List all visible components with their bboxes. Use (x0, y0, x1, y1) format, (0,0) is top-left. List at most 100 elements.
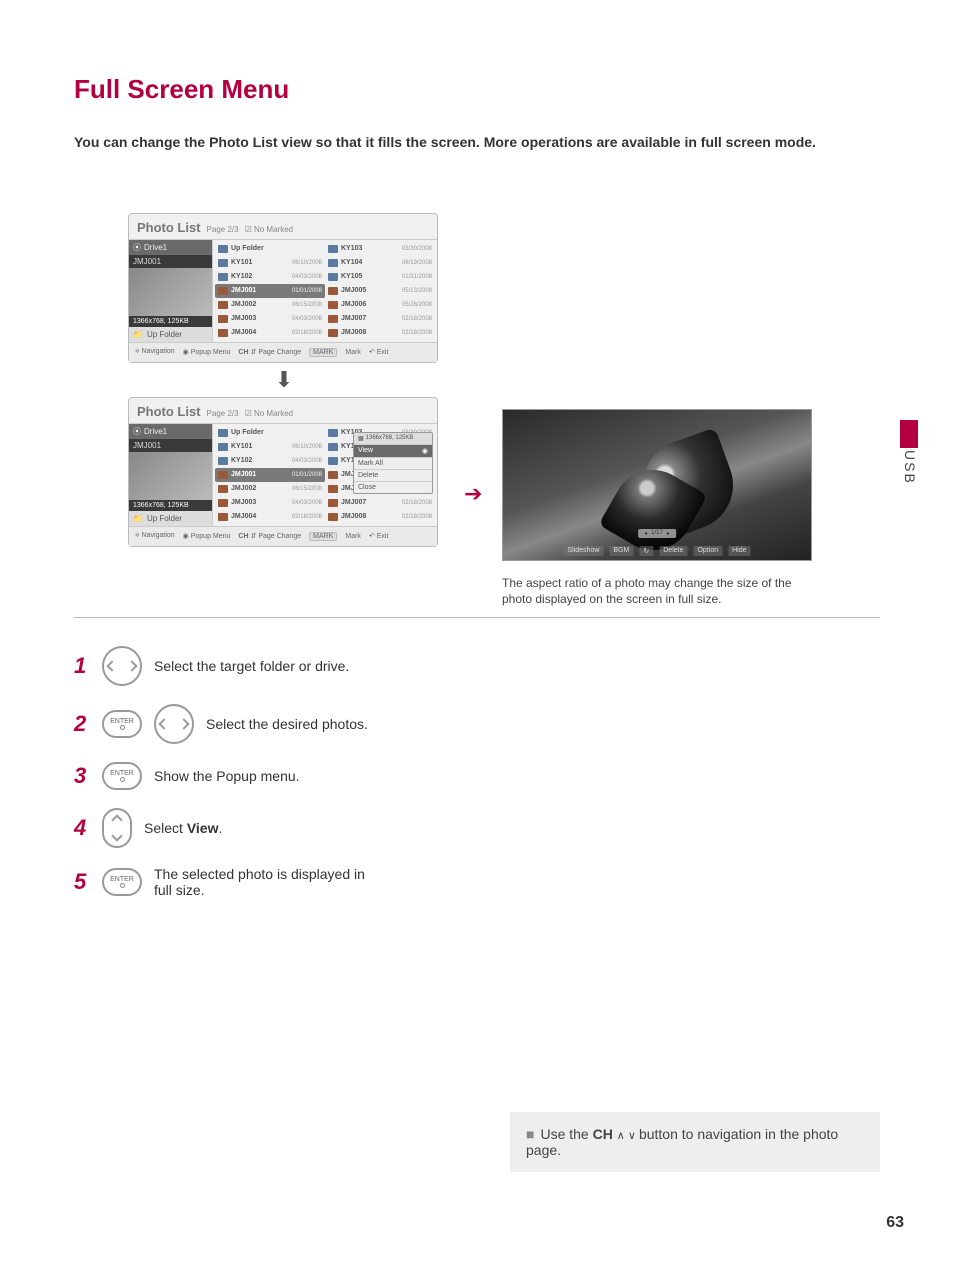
photo-list-title: Photo List (137, 220, 201, 235)
photo-icon (328, 513, 338, 521)
folder-icon (328, 273, 338, 281)
photo-icon (328, 471, 338, 479)
popup-meta: ▦ 1366x768, 125KB (354, 433, 432, 444)
photo-icon (218, 315, 228, 323)
file-row[interactable]: KY10204/03/2008 (215, 270, 325, 284)
file-row[interactable]: JMJ00802/18/2008 (325, 510, 435, 524)
file-row[interactable]: Up Folder (215, 426, 325, 440)
photo-icon (328, 329, 338, 337)
side-tab-usb: USB (902, 450, 918, 485)
arrow-down-icon: ⬇ (264, 367, 304, 393)
ctrl-hide[interactable]: Hide (728, 546, 750, 556)
popup-menu: ▦ 1366x768, 125KB View◉ Mark All Delete … (353, 432, 433, 494)
photo-icon (218, 485, 228, 493)
folder-icon (218, 443, 228, 451)
ctrl-bgm[interactable]: BGM (609, 546, 633, 556)
file-row[interactable]: KY10406/19/2008 (325, 256, 435, 270)
side-accent (900, 420, 918, 448)
chevron-up-icon: ∧ (617, 1130, 628, 1142)
file-row[interactable]: JMJ00702/18/2008 (325, 312, 435, 326)
ctrl-slideshow[interactable]: Slideshow (563, 546, 603, 556)
footer-mark: Mark (345, 349, 361, 356)
file-date: 06/19/2008 (402, 260, 432, 266)
footer-navigation: ⟡ Navigation (135, 348, 175, 356)
preview-thumbnail (129, 268, 212, 316)
folder-icon (328, 443, 338, 451)
file-date: 05/13/2008 (402, 288, 432, 294)
file-row[interactable]: JMJ00802/18/2008 (325, 326, 435, 340)
file-date: 01/01/2008 (292, 472, 322, 478)
file-date: 03/30/2008 (402, 246, 432, 252)
file-row[interactable]: JMJ00505/13/2008 (325, 284, 435, 298)
step-text: Select the target folder or drive. (154, 658, 349, 674)
file-date: 01/31/2008 (402, 274, 432, 280)
fullscreen-controls: Slideshow BGM ↻ Delete Option Hide (563, 546, 750, 556)
file-row[interactable]: JMJ00206/15/2008 (215, 298, 325, 312)
nav-ring-icon (154, 704, 194, 744)
file-row[interactable]: JMJ00101/01/2008 (215, 284, 325, 298)
file-date: 04/03/2008 (292, 316, 322, 322)
file-date: 01/01/2008 (292, 288, 322, 294)
arrow-right-icon: ➔ (464, 481, 482, 507)
file-row[interactable]: KY10303/30/2008 (325, 242, 435, 256)
bullet-icon: ■ (526, 1126, 534, 1142)
file-row[interactable]: KY10501/31/2008 (325, 270, 435, 284)
file-date: 06/10/2008 (292, 444, 322, 450)
photo-icon (328, 485, 338, 493)
file-name: Up Folder (231, 245, 319, 252)
photo-counter: ◂1/17▸ (638, 529, 676, 538)
file-row[interactable]: JMJ00605/26/2008 (325, 298, 435, 312)
file-name: JMJ006 (341, 301, 399, 308)
file-date: 02/18/2008 (292, 330, 322, 336)
ctrl-delete[interactable]: Delete (659, 546, 687, 556)
ctrl-rotate[interactable]: ↻ (639, 546, 653, 556)
file-date: 06/15/2008 (292, 302, 322, 308)
popup-close[interactable]: Close (354, 481, 432, 493)
popup-mark-all[interactable]: Mark All (354, 457, 432, 469)
file-row[interactable]: JMJ00101/01/2008 (215, 468, 325, 482)
folder-icon (218, 457, 228, 465)
updown-icon (102, 808, 132, 848)
file-row[interactable]: Up Folder (215, 242, 325, 256)
file-row[interactable]: KY10204/03/2008 (215, 454, 325, 468)
folder-icon (328, 245, 338, 253)
file-date: 04/03/2008 (292, 500, 322, 506)
photo-icon (328, 301, 338, 309)
enter-button-icon: ENTER (102, 762, 142, 790)
file-name: JMJ004 (231, 329, 289, 336)
file-row[interactable]: JMJ00402/18/2008 (215, 510, 325, 524)
footer-mark-badge: MARK (309, 348, 337, 357)
file-date: 02/18/2008 (402, 316, 432, 322)
file-row[interactable]: JMJ00402/18/2008 (215, 326, 325, 340)
up-folder-button[interactable]: 📁 Up Folder (129, 327, 212, 342)
file-row[interactable]: JMJ00206/15/2008 (215, 482, 325, 496)
file-date: 02/18/2008 (402, 514, 432, 520)
file-row[interactable]: JMJ00304/03/2008 (215, 496, 325, 510)
file-row[interactable]: JMJ00304/03/2008 (215, 312, 325, 326)
file-name: KY101 (231, 259, 289, 266)
file-row[interactable]: KY10106/10/2008 (215, 440, 325, 454)
step-text: Select View. (144, 820, 222, 836)
photo-meta: 1366x768, 125KB (129, 316, 212, 327)
popup-view[interactable]: View◉ (354, 444, 432, 457)
file-name: JMJ004 (231, 513, 289, 520)
drive-label[interactable]: ⦿ Drive1 (129, 240, 212, 255)
folder-icon (218, 245, 228, 253)
enter-button-icon: ENTER (102, 868, 142, 896)
file-date: 02/18/2008 (402, 500, 432, 506)
file-row[interactable]: JMJ00702/18/2008 (325, 496, 435, 510)
file-name: JMJ001 (231, 471, 289, 478)
popup-delete[interactable]: Delete (354, 469, 432, 481)
folder-icon (218, 259, 228, 267)
file-name: KY104 (341, 259, 399, 266)
file-name: KY102 (231, 273, 289, 280)
folder-icon (328, 457, 338, 465)
file-row[interactable]: KY10106/10/2008 (215, 256, 325, 270)
photo-icon (328, 287, 338, 295)
file-name: KY101 (231, 443, 289, 450)
photo-icon (328, 499, 338, 507)
ctrl-option[interactable]: Option (693, 546, 722, 556)
step-number: 1 (74, 653, 90, 679)
folder-icon (328, 259, 338, 267)
photo-icon (218, 513, 228, 521)
